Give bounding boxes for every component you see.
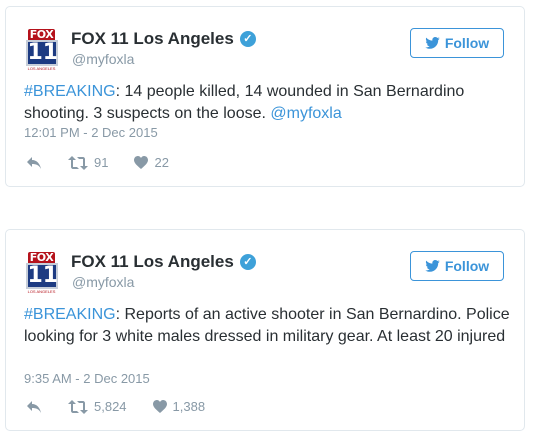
twitter-bird-icon	[425, 260, 440, 272]
tweet-text: #BREAKING: 14 people killed, 14 wounded …	[24, 81, 514, 125]
avatar[interactable]: FOX 11 LOS ANGELES	[24, 251, 59, 294]
like-button[interactable]: 22	[134, 155, 169, 170]
reply-button[interactable]	[26, 400, 42, 414]
mention-link[interactable]: @myfoxla	[270, 105, 341, 122]
retweet-button[interactable]: 5,824	[68, 399, 127, 414]
tweet-card: FOX 11 LOS ANGELES FOX 11 Los Angeles ✓ …	[5, 6, 525, 187]
author-name-row[interactable]: FOX 11 Los Angeles ✓	[71, 252, 256, 272]
tweet-actions: 91 22	[26, 155, 195, 170]
tweet-card: FOX 11 LOS ANGELES FOX 11 Los Angeles ✓ …	[5, 229, 525, 431]
twitter-bird-icon	[425, 37, 440, 49]
verified-badge-icon: ✓	[239, 254, 256, 270]
retweet-count: 91	[94, 155, 109, 170]
avatar[interactable]: FOX 11 LOS ANGELES	[24, 28, 59, 71]
follow-button[interactable]: Follow	[410, 251, 504, 281]
verified-badge-icon: ✓	[239, 31, 256, 47]
like-button[interactable]: 1,388	[152, 399, 206, 414]
retweet-count: 5,824	[94, 399, 127, 414]
fox-logo-number: 11	[25, 263, 59, 289]
author-handle[interactable]: @myfoxla	[72, 274, 134, 290]
tweet-actions: 5,824 1,388	[26, 399, 231, 414]
reply-icon	[27, 156, 41, 169]
fox-logo-text: FOX	[27, 251, 56, 264]
retweet-icon	[68, 399, 88, 414]
hashtag-link[interactable]: #BREAKING	[24, 306, 116, 323]
like-count: 1,388	[172, 399, 206, 414]
fox-logo-subtext: LOS ANGELES	[27, 66, 56, 71]
like-heart-icon	[134, 156, 149, 169]
hashtag-link[interactable]: #BREAKING	[24, 83, 116, 100]
follow-label: Follow	[444, 258, 490, 274]
follow-button[interactable]: Follow	[410, 28, 504, 58]
fox-logo-subtext: LOS ANGELES	[27, 289, 56, 294]
fox-logo-text: FOX	[27, 28, 56, 41]
fox-logo-number: 11	[25, 40, 59, 66]
author-name[interactable]: FOX 11 Los Angeles	[71, 252, 234, 272]
tweet-timestamp[interactable]: 9:35 AM - 2 Dec 2015	[24, 371, 150, 386]
like-heart-icon	[152, 400, 167, 413]
retweet-icon	[68, 155, 88, 170]
tweet-timestamp[interactable]: 12:01 PM - 2 Dec 2015	[24, 125, 158, 140]
reply-icon	[27, 400, 41, 413]
author-name-row[interactable]: FOX 11 Los Angeles ✓	[71, 29, 256, 49]
like-count: 22	[154, 155, 169, 170]
author-name[interactable]: FOX 11 Los Angeles	[71, 29, 234, 49]
follow-label: Follow	[444, 35, 490, 51]
author-handle[interactable]: @myfoxla	[72, 51, 134, 67]
reply-button[interactable]	[26, 156, 42, 170]
retweet-button[interactable]: 91	[68, 155, 108, 170]
tweet-text: #BREAKING: Reports of an active shooter …	[24, 304, 514, 348]
